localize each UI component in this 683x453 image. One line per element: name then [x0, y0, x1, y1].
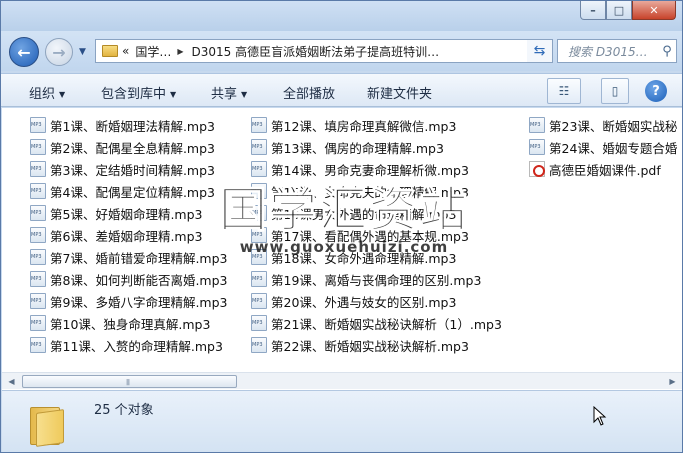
file-item[interactable]: 第23课、断婚姻实战秘: [529, 114, 677, 136]
play-all-button[interactable]: 全部播放: [283, 83, 335, 102]
file-item[interactable]: 第3课、定结婚时间精解.mp3: [30, 158, 228, 180]
mp3-file-icon: [30, 249, 46, 265]
file-item[interactable]: 第18课、女命外遇命理精解.mp3: [251, 246, 502, 268]
scrollbar-thumb[interactable]: |||: [22, 375, 237, 388]
organize-menu[interactable]: 组织 ▼: [29, 83, 65, 102]
share-menu[interactable]: 共享 ▼: [211, 83, 247, 102]
mp3-file-icon: [251, 183, 267, 199]
maximize-button[interactable]: □: [606, 1, 632, 20]
file-list: 第1课、断婚姻理法精解.mp3 第2课、配偶星全息精解.mp3 第3课、定结婚时…: [2, 108, 682, 390]
mp3-file-icon: [251, 315, 267, 331]
file-item[interactable]: 第6课、差婚姻命理精.mp3: [30, 224, 228, 246]
file-item[interactable]: 第10课、独身命理真解.mp3: [30, 312, 228, 334]
command-bar: 组织 ▼ 包含到库中 ▼ 共享 ▼ 全部播放 新建文件夹 ☷ ▯ ?: [1, 73, 682, 107]
mp3-file-icon: [251, 249, 267, 265]
include-in-library-menu[interactable]: 包含到库中 ▼: [101, 83, 176, 102]
file-item[interactable]: 第7课、婚前错爱命理精解.mp3: [30, 246, 228, 268]
scroll-right-icon[interactable]: ▶: [665, 375, 680, 388]
change-view-icon[interactable]: ☷: [547, 78, 581, 104]
chevron-down-icon: ▼: [241, 90, 248, 99]
mp3-file-icon: [30, 337, 46, 353]
file-item[interactable]: 第2课、配偶星全息精解.mp3: [30, 136, 228, 158]
mp3-file-icon: [30, 293, 46, 309]
refresh-icon[interactable]: ⇆: [527, 39, 553, 63]
mp3-file-icon: [251, 117, 267, 133]
mp3-file-icon: [30, 161, 46, 177]
mp3-file-icon: [30, 183, 46, 199]
file-item[interactable]: 第14课、男命克妻命理解析微.mp3: [251, 158, 502, 180]
file-item[interactable]: 第12课、填房命理真解微信.mp3: [251, 114, 502, 136]
forward-button[interactable]: →: [45, 38, 73, 66]
mp3-file-icon: [529, 117, 545, 133]
breadcrumb-item-parent[interactable]: 国学…: [135, 43, 171, 60]
scroll-left-icon[interactable]: ◀: [4, 375, 19, 388]
file-column-1: 第1课、断婚姻理法精解.mp3 第2课、配偶星全息精解.mp3 第3课、定结婚时…: [30, 114, 228, 356]
explorer-window: – □ ✕ ← → ▼ « 国学… ▶ D3015 高德臣盲派婚姻断法弟子提高班…: [0, 0, 683, 453]
file-item[interactable]: 第9课、多婚八字命理精解.mp3: [30, 290, 228, 312]
preview-pane-icon[interactable]: ▯: [601, 78, 629, 104]
file-item[interactable]: 第4课、配偶星定位精解.mp3: [30, 180, 228, 202]
address-bar[interactable]: « 国学… ▶ D3015 高德臣盲派婚姻断法弟子提高班特训… ▼: [95, 39, 553, 63]
back-button[interactable]: ←: [9, 37, 39, 67]
new-folder-button[interactable]: 新建文件夹: [367, 83, 432, 102]
mp3-file-icon: [30, 227, 46, 243]
details-pane: 25 个对象: [2, 390, 682, 452]
file-column-2: 第12课、填房命理真解微信.mp3 第13课、偶房的命理精解.mp3 第14课、…: [251, 114, 502, 356]
search-icon[interactable]: ⚲: [658, 44, 676, 59]
mp3-file-icon: [251, 227, 267, 243]
folder-icon: [30, 401, 64, 447]
file-item[interactable]: 第21课、断婚姻实战秘诀解析（1）.mp3: [251, 312, 502, 334]
minimize-button[interactable]: –: [580, 1, 606, 20]
mp3-file-icon: [529, 139, 545, 155]
chevron-right-icon[interactable]: ▶: [177, 47, 183, 56]
file-item[interactable]: 第19课、离婚与丧偶命理的区别.mp3: [251, 268, 502, 290]
file-column-3: 第23课、断婚姻实战秘 第24课、婚姻专题合婚 高德臣婚姻课件.pdf: [529, 114, 677, 180]
file-item[interactable]: 第15课、女命克夫的命理精解.mp3: [251, 180, 502, 202]
mp3-file-icon: [251, 293, 267, 309]
help-icon[interactable]: ?: [645, 80, 667, 102]
grip-icon: |||: [126, 379, 130, 386]
mp3-file-icon: [251, 205, 267, 221]
file-item[interactable]: 第22课、断婚姻实战秘诀解析.mp3: [251, 334, 502, 356]
mp3-file-icon: [30, 205, 46, 221]
caption-buttons: – □ ✕: [580, 1, 676, 20]
file-item[interactable]: 第11课、入赘的命理精解.mp3: [30, 334, 228, 356]
mp3-file-icon: [30, 139, 46, 155]
folder-icon: [102, 45, 118, 57]
file-item[interactable]: 第1课、断婚姻理法精解.mp3: [30, 114, 228, 136]
chevron-down-icon: ▼: [59, 90, 66, 99]
mp3-file-icon: [30, 117, 46, 133]
mp3-file-icon: [30, 315, 46, 331]
file-item[interactable]: 第24课、婚姻专题合婚: [529, 136, 677, 158]
close-button[interactable]: ✕: [632, 1, 676, 20]
search-placeholder: 搜索 D3015…: [568, 44, 648, 59]
mp3-file-icon: [251, 337, 267, 353]
mp3-file-icon: [251, 161, 267, 177]
file-item[interactable]: 高德臣婚姻课件.pdf: [529, 158, 677, 180]
file-item[interactable]: 第17课、看配偶外遇的基本规.mp3: [251, 224, 502, 246]
mp3-file-icon: [251, 271, 267, 287]
file-item[interactable]: 第8课、如何判断能否离婚.mp3: [30, 268, 228, 290]
search-input[interactable]: 搜索 D3015… ⚲: [557, 39, 677, 63]
breadcrumb-item-current[interactable]: D3015 高德臣盲派婚姻断法弟子提高班特训…: [192, 43, 440, 60]
file-item[interactable]: 第20课、外遇与妓女的区别.mp3: [251, 290, 502, 312]
file-item[interactable]: 第13课、偶房的命理精解.mp3: [251, 136, 502, 158]
file-item[interactable]: 第5课、好婚姻命理精.mp3: [30, 202, 228, 224]
chevron-down-icon: ▼: [170, 90, 177, 99]
title-bar: – □ ✕: [1, 1, 682, 31]
item-count: 25 个对象: [94, 403, 154, 418]
navigation-bar: ← → ▼ « 国学… ▶ D3015 高德臣盲派婚姻断法弟子提高班特训… ▼ …: [1, 31, 682, 71]
mp3-file-icon: [30, 271, 46, 287]
recent-pages-dropdown-icon[interactable]: ▼: [79, 47, 86, 57]
breadcrumb-overflow[interactable]: «: [122, 44, 129, 58]
pdf-file-icon: [529, 161, 545, 177]
file-item[interactable]: 第16课男女外遇的命理精解.mp3: [251, 202, 502, 224]
mp3-file-icon: [251, 139, 267, 155]
horizontal-scrollbar[interactable]: ◀ ||| ▶: [2, 372, 682, 389]
